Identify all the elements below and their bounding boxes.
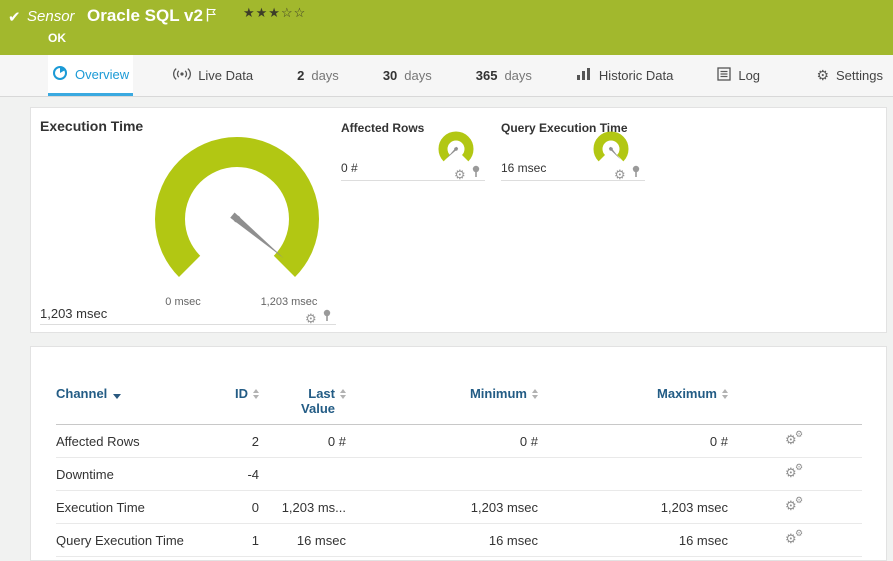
object-kind-label: Sensor (27, 8, 75, 25)
gauge-min-label: 0 msec (165, 296, 201, 308)
channel-id: 2 (206, 424, 259, 458)
channel-maximum: 0 # (538, 424, 728, 458)
channels-table: Channel ID Last Value Minimum Maximum Af… (56, 383, 862, 557)
channel-header-label: Channel (56, 386, 108, 401)
tab-historic-data-label: Historic Data (598, 68, 674, 83)
gauge-settings-gear-icon[interactable]: ⚙ (305, 312, 317, 325)
channel-name: Affected Rows (56, 424, 206, 458)
tab-2-days-number: 2 (297, 68, 305, 83)
divider (40, 324, 336, 325)
table-row-affected-rows[interactable]: Affected Rows 2 0 # 0 # 0 # ⚙ ⚙ (56, 424, 862, 458)
gauges-panel: Execution Time 0 msec 1,203 msec 1,203 m… (30, 107, 887, 333)
tab-2-days[interactable]: 2 days (293, 55, 343, 96)
table-row-execution-time[interactable]: Execution Time 0 1,203 ms... 1,203 msec … (56, 490, 862, 524)
table-row-downtime[interactable]: Downtime -4 ⚙ ⚙ (56, 457, 862, 491)
column-header-id[interactable]: ID (206, 383, 259, 425)
affected-rows-gauge-title: Affected Rows (341, 121, 425, 135)
table-row-query-execution-time[interactable]: Query Execution Time 1 16 msec 16 msec 1… (56, 523, 862, 557)
maximum-header-label: Maximum (657, 386, 717, 401)
channel-minimum: 1,203 msec (346, 490, 538, 524)
sensor-header: ✔ Sensor Oracle SQL v2 ★★★☆☆ OK (0, 0, 893, 55)
channel-settings-icon[interactable]: ⚙ ⚙ (785, 429, 805, 448)
execution-time-value: 1,203 msec (40, 306, 108, 321)
channel-id: 1 (206, 523, 259, 557)
tab-30-days[interactable]: 30 days (379, 55, 436, 96)
channel-last-value (259, 457, 346, 491)
tab-bar: Overview Live Data 2 days 30 days 365 da… (0, 55, 893, 97)
tab-30-days-unit: days (404, 68, 432, 83)
channel-maximum: 1,203 msec (538, 490, 728, 524)
execution-time-gauge (155, 137, 319, 277)
channel-minimum (346, 457, 538, 491)
sort-icon (532, 389, 538, 399)
sort-icon (340, 389, 346, 399)
channel-minimum: 16 msec (346, 523, 538, 557)
channel-settings-icon[interactable]: ⚙ ⚙ (785, 495, 805, 514)
sort-icon (253, 389, 259, 399)
column-header-minimum[interactable]: Minimum (346, 383, 538, 425)
tab-365-days-unit: days (504, 68, 532, 83)
pin-icon[interactable] (322, 309, 332, 327)
channel-id: 0 (206, 490, 259, 524)
query-execution-time-value: 16 msec (501, 161, 547, 175)
channel-last-value: 16 msec (259, 523, 346, 557)
table-header-row: Channel ID Last Value Minimum Maximum (56, 383, 862, 425)
tab-log-label: Log (738, 68, 761, 83)
tab-overview[interactable]: Overview (48, 55, 134, 96)
column-header-last-value[interactable]: Last Value (259, 383, 346, 425)
sort-icon (722, 389, 728, 399)
tab-2-days-unit: days (311, 68, 339, 83)
column-header-maximum[interactable]: Maximum (538, 383, 728, 425)
sensor-title: Oracle SQL v2 (87, 6, 203, 25)
sort-down-icon (113, 393, 122, 399)
gauge-max-label: 1,203 msec (260, 296, 318, 308)
column-header-channel[interactable]: Channel (56, 383, 206, 425)
channel-settings-icon[interactable]: ⚙ ⚙ (785, 528, 805, 547)
sensor-status-text: OK (48, 31, 66, 45)
channel-name: Query Execution Time (56, 523, 206, 557)
minimum-header-label: Minimum (469, 386, 527, 401)
tab-live-data-label: Live Data (198, 68, 254, 83)
bar-chart-icon (576, 67, 592, 84)
log-list-icon (717, 67, 731, 84)
tab-settings[interactable]: ⚙ Settings (812, 55, 887, 96)
channel-id: -4 (206, 457, 259, 491)
tab-30-days-number: 30 (382, 68, 398, 83)
tab-overview-label: Overview (75, 66, 130, 82)
last-value-header-label: Last Value (301, 386, 335, 416)
overview-gauge-icon (52, 65, 68, 84)
pin-icon[interactable] (471, 165, 481, 183)
priority-stars[interactable]: ★★★☆☆ (243, 5, 306, 21)
channel-name: Execution Time (56, 490, 206, 524)
column-header-actions (728, 383, 862, 425)
channels-table-panel: Channel ID Last Value Minimum Maximum Af… (30, 346, 887, 561)
execution-time-gauge-title: Execution Time (40, 118, 144, 134)
tab-settings-label: Settings (836, 68, 883, 83)
gear-icon: ⚙ (816, 67, 830, 83)
channel-name: Downtime (56, 457, 206, 491)
affected-rows-value: 0 # (341, 161, 358, 175)
tab-365-days-number: 365 (475, 68, 498, 83)
pin-icon[interactable] (631, 165, 641, 183)
tab-historic-data[interactable]: Historic Data (572, 55, 677, 96)
channel-last-value: 1,203 ms... (259, 490, 346, 524)
broadcast-icon (173, 67, 192, 84)
channel-maximum (538, 457, 728, 491)
tab-365-days[interactable]: 365 days (472, 55, 536, 96)
channel-last-value: 0 # (259, 424, 346, 458)
status-ok-check-icon: ✔ (8, 9, 21, 26)
channel-maximum: 16 msec (538, 523, 728, 557)
channel-minimum: 0 # (346, 424, 538, 458)
flag-icon[interactable] (206, 8, 217, 27)
tab-live-data[interactable]: Live Data (169, 55, 257, 96)
channel-settings-icon[interactable]: ⚙ ⚙ (785, 462, 805, 481)
id-header-label: ID (235, 386, 248, 401)
gauge-settings-gear-icon[interactable]: ⚙ (614, 168, 626, 181)
tab-log[interactable]: Log (713, 55, 764, 96)
gauge-settings-gear-icon[interactable]: ⚙ (454, 168, 466, 181)
